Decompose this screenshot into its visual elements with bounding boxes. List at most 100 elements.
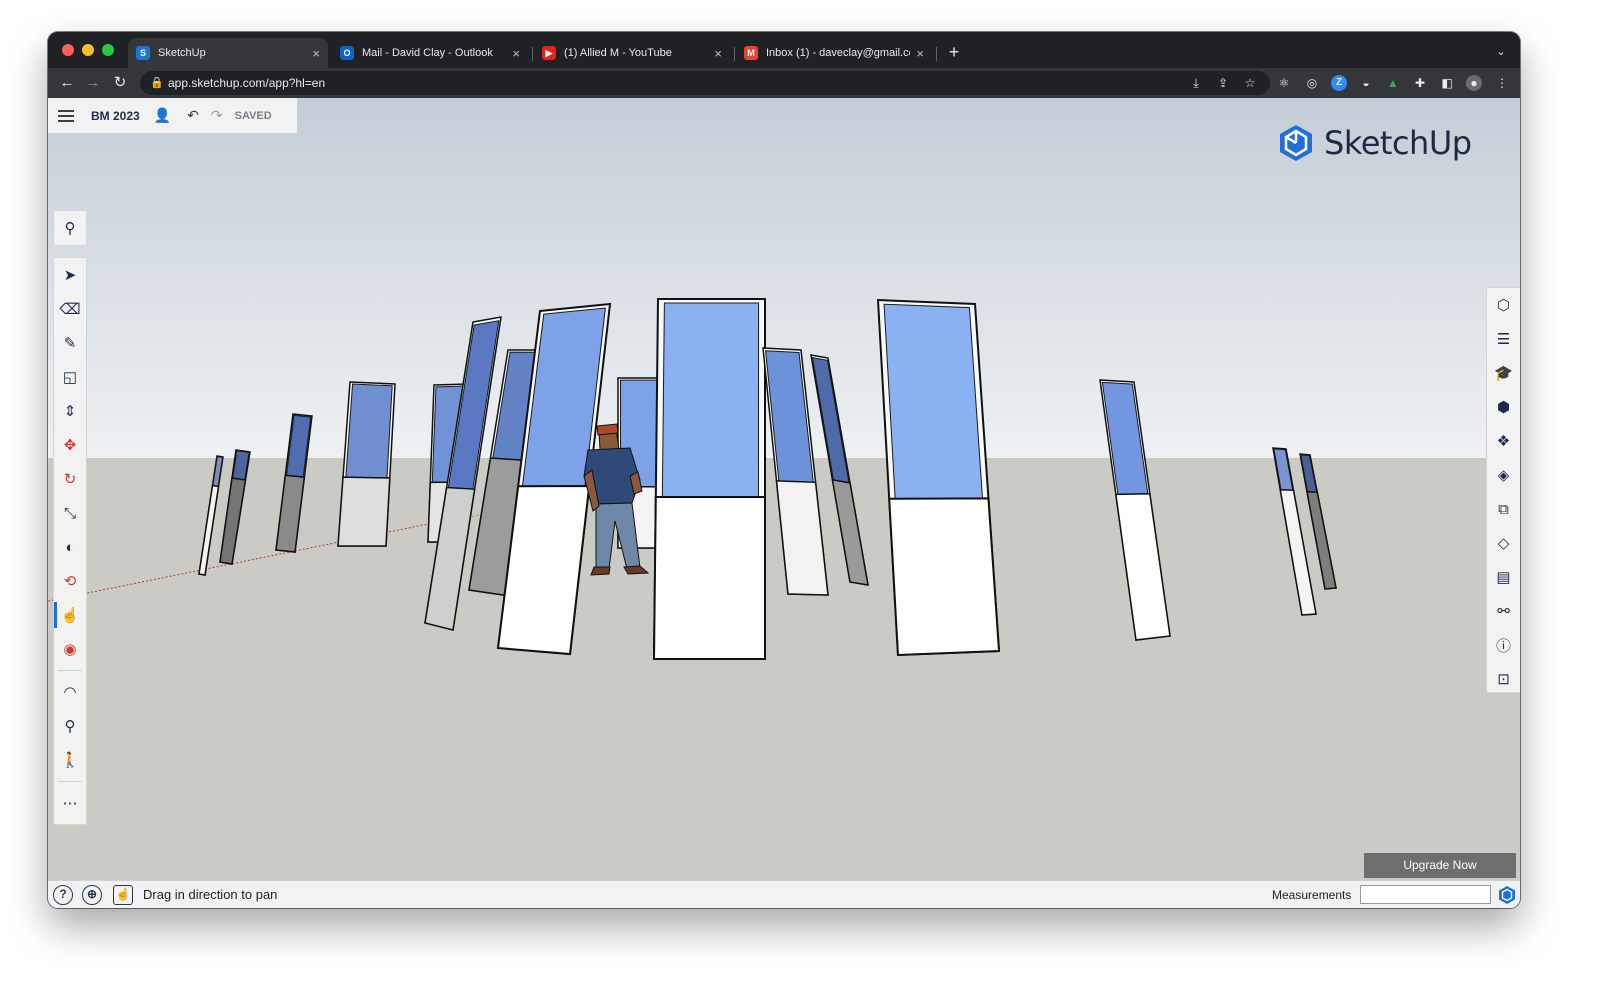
tab-title: Mail - David Clay - Outlook xyxy=(362,47,493,59)
display-panel-button[interactable]: ⚯ xyxy=(1487,594,1520,628)
select-tool-button[interactable]: ➤ xyxy=(54,258,86,292)
tab-sketchup[interactable]: S SketchUp × xyxy=(128,38,328,68)
help-icon[interactable]: ? xyxy=(53,885,73,905)
browser-menu-icon[interactable]: ⋮ xyxy=(1494,75,1510,91)
install-app-icon[interactable]: ⤓ xyxy=(1188,75,1204,91)
box-icon: ⊡ xyxy=(1497,671,1510,688)
close-tab-icon[interactable]: × xyxy=(714,46,722,61)
graduation-cap-icon: 🎓 xyxy=(1494,365,1513,382)
clapperboard-icon: ▤ xyxy=(1496,569,1511,586)
eraser-tool-button[interactable]: ⌫ xyxy=(54,292,86,326)
info-icon: ⓘ xyxy=(1495,637,1511,655)
hamburger-menu-icon[interactable] xyxy=(58,109,74,122)
components-panel-button[interactable]: ⬢ xyxy=(1487,390,1520,424)
back-button[interactable]: ← xyxy=(58,74,76,92)
scale-tool-button[interactable]: ⤡ xyxy=(54,496,86,530)
extension-target-icon[interactable]: ◎ xyxy=(1304,75,1320,91)
pan-tool-button[interactable]: ☝ xyxy=(54,598,86,632)
redo-icon[interactable]: ↷ xyxy=(211,107,223,124)
3d-model-canvas[interactable] xyxy=(48,98,1520,908)
extension-shield-icon[interactable]: ◒ xyxy=(1358,75,1374,91)
extensions-puzzle-icon[interactable]: ✚ xyxy=(1412,75,1428,91)
rectangle-tool-button[interactable]: ◱ xyxy=(54,360,86,394)
undo-icon[interactable]: ↶ xyxy=(187,107,199,124)
orbit-tool-button[interactable]: ⟲ xyxy=(54,564,86,598)
model-info-panel-button[interactable]: ⓘ xyxy=(1487,628,1520,662)
materials-icon: ❖ xyxy=(1496,433,1511,450)
tab-separator xyxy=(734,47,735,61)
address-bar[interactable]: 🔒 app.sketchup.com/app?hl=en xyxy=(140,71,1270,95)
extension-drive-icon[interactable]: ▲ xyxy=(1385,75,1401,91)
tab-separator xyxy=(936,47,937,61)
instructor-panel-button[interactable]: 🎓 xyxy=(1487,356,1520,390)
project-name[interactable]: BM 2023 xyxy=(91,109,140,123)
outliner-panel-button[interactable]: ☰ xyxy=(1487,322,1520,356)
soften-edges-panel-button[interactable]: ◇ xyxy=(1487,526,1520,560)
url-text: app.sketchup.com/app?hl=en xyxy=(168,76,326,90)
zoom-tool-button[interactable]: ⚲ xyxy=(54,709,86,743)
materials-panel-button[interactable]: ❖ xyxy=(1487,424,1520,458)
move-tool-button[interactable]: ✥ xyxy=(54,428,86,462)
tab-youtube[interactable]: ▶ (1) Allied M - YouTube × xyxy=(534,38,730,68)
search-toolbar: ⚲ xyxy=(53,210,87,246)
arrow-icon: ➤ xyxy=(63,267,77,284)
close-tab-icon[interactable]: × xyxy=(312,46,320,61)
close-tab-icon[interactable]: × xyxy=(916,46,924,61)
tab-search-chevron-icon[interactable]: ⌄ xyxy=(1492,43,1510,61)
more-tools-button[interactable]: ⋯ xyxy=(54,786,86,820)
zoom-icon: ⚲ xyxy=(64,718,76,735)
tape-measure-tool-button[interactable]: ◠ xyxy=(54,675,86,709)
tags-panel-button[interactable]: ⧉ xyxy=(1487,492,1520,526)
paint-bucket-icon: ◐ xyxy=(65,538,75,556)
extension-zoom-icon[interactable]: Z xyxy=(1331,75,1347,91)
bookmark-star-icon[interactable]: ☆ xyxy=(1242,75,1258,91)
eraser-outline-icon: ◇ xyxy=(1497,535,1510,552)
extension-react-icon[interactable]: ⚛ xyxy=(1276,75,1292,91)
ellipsis-icon: ⋯ xyxy=(62,795,78,812)
lock-icon: 🔒 xyxy=(150,77,164,89)
panel-glass xyxy=(345,383,393,479)
entity-info-icon: ⬡ xyxy=(1496,297,1511,314)
push-pull-tool-button[interactable]: ⇕ xyxy=(54,394,86,428)
side-panel-icon[interactable]: ◧ xyxy=(1439,75,1455,91)
right-panel-toolbar: ⬡ ☰ 🎓 ⬢ ❖ ◈ ⧉ ◇ ▤ ⚯ ⓘ ⊡ xyxy=(1486,287,1520,693)
maximize-window-button[interactable] xyxy=(102,44,114,56)
tags-icon: ⧉ xyxy=(1498,500,1509,518)
tape-measure-icon: ◠ xyxy=(63,684,77,701)
close-window-button[interactable] xyxy=(62,44,74,56)
tab-outlook[interactable]: O Mail - David Clay - Outlook × xyxy=(332,38,528,68)
profile-avatar-icon[interactable]: ● xyxy=(1466,75,1482,91)
minimize-window-button[interactable] xyxy=(82,44,94,56)
measurements-input[interactable] xyxy=(1360,885,1491,904)
walk-tool-button[interactable]: 🚶 xyxy=(54,743,86,777)
search-tool-button[interactable]: ⚲ xyxy=(54,211,86,245)
new-tab-button[interactable]: + xyxy=(945,43,963,61)
magnifier-rabbit-icon: ⚲ xyxy=(64,220,76,237)
scenes-panel-button[interactable]: ▤ xyxy=(1487,560,1520,594)
paint-bucket-tool-button[interactable]: ◐ xyxy=(54,530,86,564)
entity-info-panel-button[interactable]: ⬡ xyxy=(1487,288,1520,322)
share-icon[interactable]: ⇪ xyxy=(1215,75,1231,91)
pencil-tool-button[interactable]: ✎ xyxy=(54,326,86,360)
forward-button[interactable]: → xyxy=(84,74,102,92)
reload-button[interactable]: ↻ xyxy=(111,74,129,92)
pan-hand-icon: ☝ xyxy=(60,607,80,624)
position-camera-icon: ◉ xyxy=(63,641,77,658)
styles-panel-button[interactable]: ◈ xyxy=(1487,458,1520,492)
tab-title: (1) Allied M - YouTube xyxy=(564,47,672,59)
globe-icon[interactable]: ⊕ xyxy=(82,885,102,905)
toolbar-separator xyxy=(58,781,82,782)
upgrade-now-button[interactable]: Upgrade Now xyxy=(1364,853,1516,878)
pan-status-icon: ☝ xyxy=(113,885,133,905)
close-tab-icon[interactable]: × xyxy=(512,46,520,61)
components-icon: ⬢ xyxy=(1496,399,1511,416)
tab-strip: S SketchUp × O Mail - David Clay - Outlo… xyxy=(48,32,1520,68)
pencil-icon: ✎ xyxy=(63,335,77,352)
collaborate-user-icon[interactable]: 👤 xyxy=(154,107,171,124)
tab-gmail[interactable]: M Inbox (1) - daveclay@gmail.com × xyxy=(736,38,932,68)
solid-inspector-panel-button[interactable]: ⊡ xyxy=(1487,662,1520,696)
rotate-tool-button[interactable]: ↻ xyxy=(54,462,86,496)
sketchup-viewport[interactable]: BM 2023 👤 ↶ ↷ SAVED SketchUp ⚲ ➤ ⌫ ✎ ◱ ⇕ ✥ ↻ ⤡ ◐… xyxy=(48,98,1520,908)
position-camera-tool-button[interactable]: ◉ xyxy=(54,632,86,666)
sketchup-status-logo-icon xyxy=(1499,886,1515,904)
